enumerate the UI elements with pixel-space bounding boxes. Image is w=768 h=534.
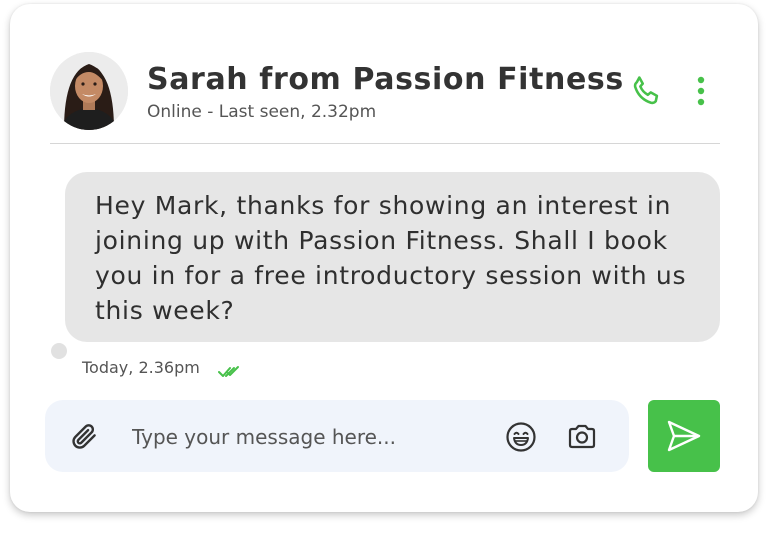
camera-icon [568,424,596,449]
camera-button[interactable] [566,421,598,453]
send-icon [667,420,701,452]
emoji-button[interactable] [505,421,537,453]
sender-indicator-dot [51,343,67,359]
more-options-button[interactable] [692,74,710,110]
attach-button[interactable] [69,421,99,451]
double-check-icon [218,366,239,377]
contact-status: Online - Last seen, 2.32pm [147,102,377,122]
message-timestamp: Today, 2.36pm [82,358,200,377]
message-input[interactable] [130,418,494,456]
read-receipt [218,364,240,383]
emoji-icon [506,422,536,452]
contact-name: Sarah from Passion Fitness [147,62,624,97]
send-button[interactable] [648,400,720,472]
header-divider [50,143,720,144]
more-vertical-icon [697,76,705,106]
contact-avatar[interactable] [50,52,128,130]
message-composer [45,400,629,472]
paperclip-icon [72,424,96,449]
message-bubble: Hey Mark, thanks for showing an interest… [65,172,720,342]
chat-card: Sarah from Passion Fitness Online - Last… [10,4,758,512]
woman-avatar-icon [50,52,128,130]
phone-icon [633,76,659,105]
message-text: Hey Mark, thanks for showing an interest… [95,191,687,325]
call-button[interactable] [630,74,664,108]
